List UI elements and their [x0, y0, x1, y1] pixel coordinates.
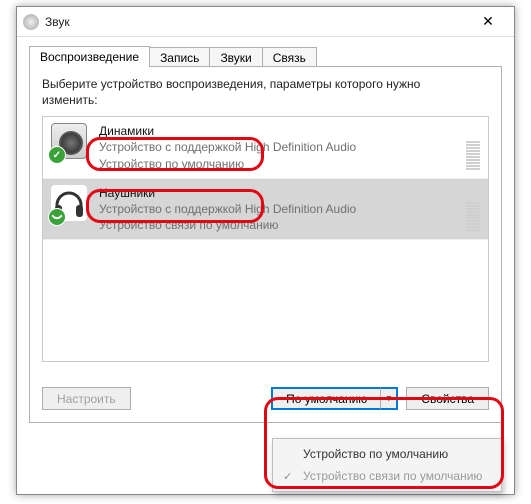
volume-meter-icon	[466, 185, 480, 234]
default-comm-badge	[48, 208, 66, 226]
device-desc: Устройство с поддержкой High Definition …	[99, 201, 456, 217]
device-list[interactable]: ✓ Динамики Устройство с поддержкой High …	[42, 116, 489, 362]
tab-communications[interactable]: Связь	[262, 47, 317, 68]
chevron-down-icon: ▼	[385, 394, 393, 403]
default-dropdown-menu[interactable]: Устройство по умолчанию ✓ Устройство свя…	[272, 438, 502, 492]
configure-button: Настроить	[42, 387, 131, 410]
device-name: Наушники	[99, 185, 456, 201]
window-title: Звук	[45, 15, 468, 29]
set-default-button[interactable]: По умолчанию	[271, 387, 380, 410]
default-check-badge: ✓	[48, 146, 66, 164]
sound-icon	[23, 14, 39, 30]
menu-check-icon: ✓	[283, 470, 303, 483]
menu-item-label: Устройство по умолчанию	[303, 447, 448, 461]
device-text: Динамики Устройство с поддержкой High De…	[99, 123, 456, 172]
device-status: Устройство связи по умолчанию	[99, 217, 456, 233]
set-default-splitbutton[interactable]: По умолчанию ▼	[271, 387, 398, 410]
properties-button[interactable]: Свойства	[406, 387, 489, 410]
volume-meter-icon	[466, 123, 480, 172]
device-icon-wrap	[51, 185, 89, 223]
tab-recording[interactable]: Запись	[149, 47, 210, 68]
tab-sounds[interactable]: Звуки	[209, 47, 262, 68]
tab-playback[interactable]: Воспроизведение	[29, 46, 150, 67]
titlebar: Звук ✕	[17, 7, 514, 37]
tabstrip: Воспроизведение Запись Звуки Связь	[29, 46, 502, 67]
set-default-menu-arrow[interactable]: ▼	[380, 387, 398, 410]
sound-dialog: Звук ✕ Воспроизведение Запись Звуки Связ…	[16, 6, 515, 495]
device-desc: Устройство с поддержкой High Definition …	[99, 139, 456, 155]
device-text: Наушники Устройство с поддержкой High De…	[99, 185, 456, 234]
menu-item-default-device[interactable]: Устройство по умолчанию	[273, 443, 501, 465]
button-row: Настроить По умолчанию ▼ Свойства	[42, 387, 489, 410]
instruction-text: Выберите устройство воспроизведения, пар…	[42, 77, 472, 108]
device-status: Устройство по умолчанию	[99, 156, 456, 172]
device-item-headphones[interactable]: Наушники Устройство с поддержкой High De…	[43, 179, 488, 241]
device-icon-wrap: ✓	[51, 123, 89, 161]
close-icon: ✕	[482, 13, 494, 30]
menu-item-default-comm-device[interactable]: ✓ Устройство связи по умолчанию	[273, 465, 501, 487]
device-item-speakers[interactable]: ✓ Динамики Устройство с поддержкой High …	[43, 117, 488, 179]
close-button[interactable]: ✕	[468, 8, 508, 36]
dialog-body: Воспроизведение Запись Звуки Связь Выбер…	[17, 37, 514, 435]
menu-item-label: Устройство связи по умолчанию	[303, 469, 482, 483]
tab-panel-playback: Выберите устройство воспроизведения, пар…	[29, 66, 502, 423]
device-name: Динамики	[99, 123, 456, 139]
